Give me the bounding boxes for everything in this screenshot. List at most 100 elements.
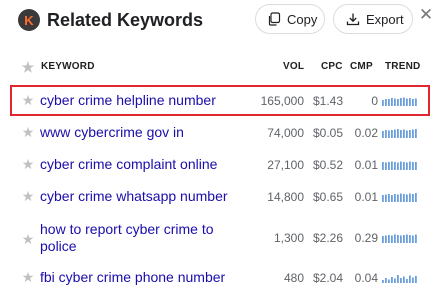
trend-bar [394, 129, 396, 138]
trend-bar [382, 131, 384, 138]
trend-bar [415, 276, 417, 283]
trend-bar [397, 129, 399, 138]
cmp-value: 0.01 [354, 190, 378, 204]
export-button[interactable]: Export [333, 4, 413, 34]
cmp-value: 0.02 [354, 126, 378, 140]
trend-bar [406, 279, 408, 283]
trend-bar [409, 193, 411, 202]
trend-bar [385, 235, 387, 243]
column-header-cpc[interactable]: CPC [321, 61, 343, 72]
trend-bar [412, 129, 414, 138]
volume-value: 27,100 [267, 158, 304, 172]
trend-bar [400, 278, 402, 283]
trend-bar [397, 162, 399, 170]
trend-bar [391, 235, 393, 243]
trend-bar [415, 162, 417, 170]
trend-bar [382, 280, 384, 283]
star-icon[interactable]: ★ [21, 124, 35, 141]
keyword-link[interactable]: how to report cyber crime to police [40, 221, 235, 255]
trend-bar [403, 276, 405, 283]
trend-chart [382, 161, 417, 170]
trend-bar [415, 193, 417, 202]
trend-chart [382, 129, 417, 138]
trend-bar [385, 130, 387, 138]
trend-bar [406, 162, 408, 170]
keyword-link[interactable]: fbi cyber crime phone number [40, 269, 225, 286]
trend-bar [406, 194, 408, 202]
trend-bar [382, 162, 384, 170]
star-icon[interactable]: ★ [21, 231, 35, 248]
volume-value: 1,300 [273, 231, 304, 245]
trend-chart [382, 193, 417, 202]
close-icon[interactable]: ✕ [418, 6, 434, 24]
keyword-link[interactable]: www cybercrime gov in [40, 124, 184, 141]
trend-bar [409, 130, 411, 138]
cpc-value: $0.65 [312, 190, 343, 204]
trend-bar [415, 129, 417, 138]
trend-bar [400, 193, 402, 202]
keyword-link[interactable]: cyber crime complaint online [40, 156, 217, 173]
trend-bar [397, 194, 399, 202]
trend-bar [388, 162, 390, 170]
column-header-vol[interactable]: VOL [283, 61, 304, 72]
trend-bar [409, 161, 411, 170]
trend-bar [385, 162, 387, 170]
highlighted-row-outline [10, 85, 430, 116]
volume-value: 74,000 [267, 126, 304, 140]
trend-bar [409, 235, 411, 243]
trend-bar [391, 130, 393, 138]
trend-bar [385, 278, 387, 283]
trend-bar [391, 277, 393, 283]
volume-value: 480 [283, 271, 304, 285]
cmp-value: 0.01 [354, 158, 378, 172]
trend-bar [403, 194, 405, 202]
trend-bar [391, 195, 393, 202]
trend-bar [385, 194, 387, 202]
trend-bar [394, 194, 396, 202]
panel-title: Related Keywords [47, 10, 204, 30]
trend-bar [400, 130, 402, 138]
column-header-keyword[interactable]: KEYWORD [41, 61, 95, 72]
trend-bar [388, 279, 390, 283]
trend-bar [400, 235, 402, 243]
trend-bar [388, 130, 390, 138]
star-icon[interactable]: ★ [21, 188, 35, 205]
trend-bar [397, 275, 399, 283]
export-button-label: Export [366, 11, 404, 27]
panel-header: K Related Keywords Copy Export ✕ [0, 0, 439, 48]
trend-bar [388, 194, 390, 202]
trend-bar [382, 236, 384, 243]
trend-bar [394, 162, 396, 170]
cpc-value: $0.05 [312, 126, 343, 140]
trend-bar [409, 275, 411, 283]
trend-bar [403, 129, 405, 138]
copy-button-label: Copy [287, 11, 318, 27]
trend-bar [382, 195, 384, 202]
volume-value: 14,800 [267, 190, 304, 204]
copy-button[interactable]: Copy [255, 4, 325, 34]
column-header-cmp[interactable]: CMP [350, 61, 373, 72]
trend-bar [394, 234, 396, 243]
trend-bar [412, 194, 414, 202]
trend-bar [397, 235, 399, 243]
trend-bar [412, 277, 414, 283]
column-header-trend: TREND [385, 61, 421, 72]
trend-bar [388, 235, 390, 243]
keyword-link[interactable]: cyber crime whatsapp number [40, 188, 228, 205]
keywords-everywhere-logo: K [18, 9, 40, 31]
table-header: ★ KEYWORD VOL CPC CMP TREND [0, 56, 439, 76]
trend-bar [400, 161, 402, 170]
star-all-icon[interactable]: ★ [21, 59, 35, 76]
cpc-value: $0.52 [312, 158, 343, 172]
download-icon [346, 13, 360, 26]
star-icon[interactable]: ★ [21, 269, 35, 286]
star-icon[interactable]: ★ [21, 156, 35, 173]
copy-icon [268, 12, 281, 26]
trend-bar [406, 234, 408, 243]
trend-bar [412, 162, 414, 170]
trend-bar [394, 278, 396, 283]
trend-chart [382, 234, 417, 243]
cpc-value: $2.26 [312, 231, 343, 245]
trend-bar [403, 162, 405, 170]
trend-chart [382, 275, 417, 283]
